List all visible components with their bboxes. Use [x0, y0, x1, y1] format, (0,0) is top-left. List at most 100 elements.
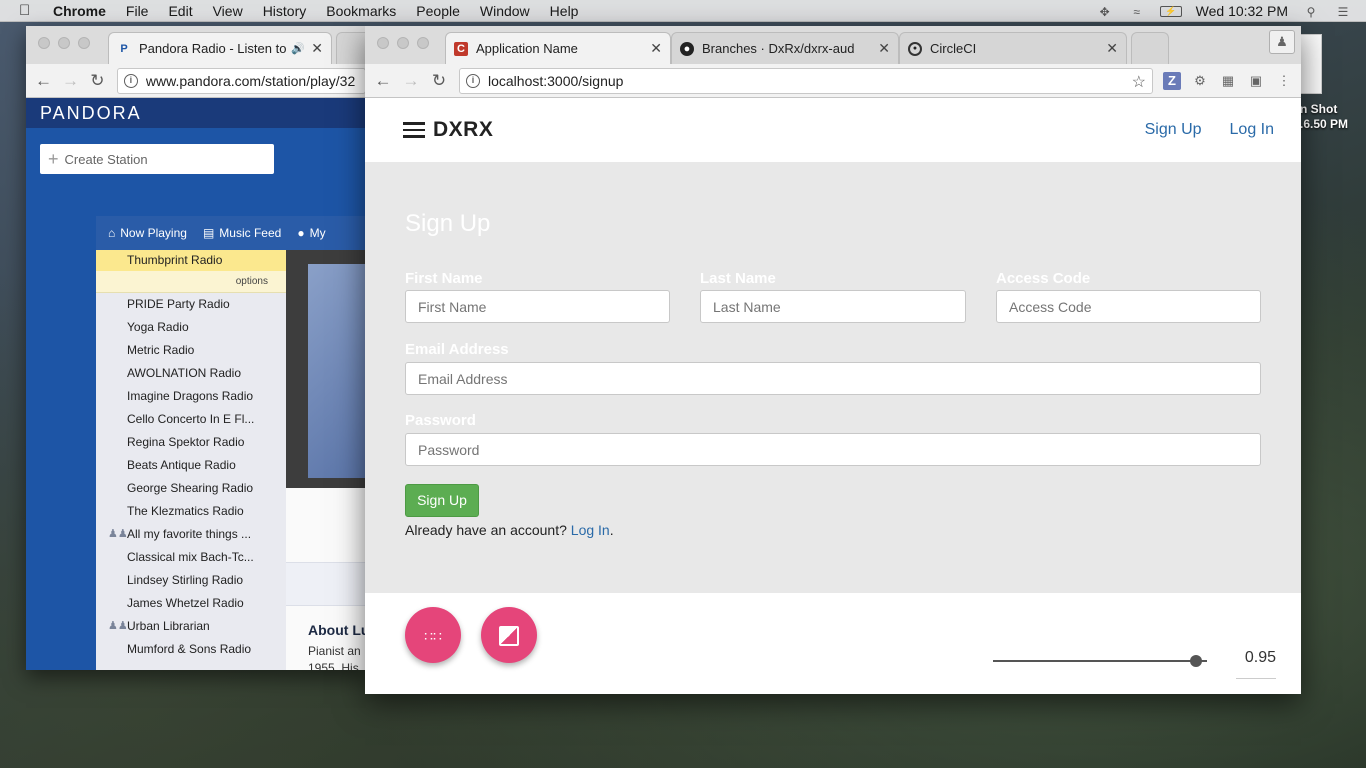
back-icon[interactable]: ← [371, 71, 395, 91]
station-item[interactable]: The Klezmatics Radio [96, 500, 286, 523]
zoom-window-button[interactable] [78, 37, 90, 49]
menu-people[interactable]: People [416, 3, 460, 19]
close-window-button[interactable] [38, 37, 50, 49]
station-item[interactable]: Urban Librarian ♟♟ [96, 615, 286, 638]
new-tab-button[interactable] [336, 32, 366, 64]
email-field[interactable] [405, 362, 1261, 395]
signup-submit-button[interactable]: Sign Up [405, 484, 479, 517]
station-item[interactable]: Regina Spektor Radio [96, 431, 286, 454]
nav-login-link[interactable]: Log In [1230, 121, 1274, 139]
menu-window[interactable]: Window [480, 3, 530, 19]
close-tab-icon[interactable]: ✕ [1106, 40, 1118, 57]
menu-view[interactable]: View [213, 3, 243, 19]
back-icon[interactable]: ← [32, 71, 55, 91]
tab-title: Pandora Radio - Listen to Fr [139, 41, 292, 56]
pandora-header: PANDORA [26, 98, 366, 128]
close-tab-icon[interactable]: ✕ [311, 40, 323, 57]
apple-menu-icon[interactable]:  [19, 2, 37, 19]
reload-icon[interactable]: ↻ [86, 71, 109, 91]
tab-application-name[interactable]: C Application Name ✕ [445, 32, 671, 64]
screen-capture-icon[interactable]: ▣ [1247, 72, 1265, 90]
site-info-icon[interactable]: i [466, 73, 480, 88]
desktop-file-thumbnail[interactable] [1300, 34, 1322, 94]
minimize-window-button[interactable] [397, 37, 409, 49]
github-icon: ● [680, 41, 694, 56]
bookmark-star-icon[interactable]: ☆ [1132, 72, 1146, 92]
person-icon: ● [297, 226, 305, 240]
access-code-field[interactable] [996, 290, 1261, 323]
create-station-input[interactable]: + Create Station [40, 144, 274, 174]
tab-title: CircleCI [930, 41, 977, 56]
site-info-icon[interactable]: i [123, 73, 138, 88]
opacity-slider[interactable] [993, 655, 1207, 667]
station-item[interactable]: Lindsey Stirling Radio [96, 569, 286, 592]
notification-center-icon[interactable]: ☰ [1334, 5, 1352, 19]
station-item[interactable]: Imagine Dragons Radio [96, 385, 286, 408]
clock[interactable]: Wed 10:32 PM [1196, 3, 1288, 19]
password-field[interactable] [405, 433, 1261, 466]
menu-file[interactable]: File [126, 3, 149, 19]
last-name-field[interactable] [700, 290, 966, 323]
brand-logo[interactable]: DXRX [433, 118, 493, 142]
menu-app-name[interactable]: Chrome [53, 3, 106, 19]
station-options-link[interactable]: options [96, 271, 286, 293]
nav-signup-link[interactable]: Sign Up [1145, 121, 1202, 139]
grid-dots-icon: ∷∷ [424, 628, 442, 644]
forward-icon[interactable]: → [399, 71, 423, 91]
battery-icon[interactable]: ⚡ [1159, 5, 1182, 17]
spotlight-search-icon[interactable]: ⚲ [1302, 5, 1320, 19]
station-item[interactable]: All my favorite things ... ♟♟ [96, 523, 286, 546]
station-item[interactable]: AWOLNATION Radio [96, 362, 286, 385]
station-item[interactable]: James Whetzel Radio [96, 592, 286, 615]
menu-edit[interactable]: Edit [168, 3, 192, 19]
zoom-window-button[interactable] [417, 37, 429, 49]
url-field[interactable]: i www.pandora.com/station/play/32 [116, 67, 366, 94]
chrome-menu-icon[interactable]: ⋮ [1275, 72, 1293, 90]
window-controls [377, 37, 429, 49]
album-art[interactable] [308, 264, 366, 478]
first-name-field[interactable] [405, 290, 670, 323]
reload-icon[interactable]: ↻ [427, 71, 451, 91]
grid-extension-icon[interactable]: ▦ [1219, 72, 1237, 90]
forward-icon[interactable]: → [59, 71, 82, 91]
profile-icon[interactable]: ♟ [1269, 30, 1295, 54]
close-tab-icon[interactable]: ✕ [650, 40, 662, 57]
minimize-window-button[interactable] [58, 37, 70, 49]
close-window-button[interactable] [377, 37, 389, 49]
menu-help[interactable]: Help [550, 3, 579, 19]
grid-fab-button[interactable]: ∷∷ [405, 607, 461, 663]
hamburger-menu-icon[interactable] [403, 122, 425, 138]
station-item[interactable]: Classical mix Bach-Tc... [96, 546, 286, 569]
nav-my-profile[interactable]: ● My [297, 226, 325, 240]
close-tab-icon[interactable]: ✕ [878, 40, 890, 57]
nav-now-playing[interactable]: ⌂ Now Playing [108, 226, 187, 240]
menu-bookmarks[interactable]: Bookmarks [326, 3, 396, 19]
station-item[interactable]: Thumbprint Radio [96, 250, 286, 271]
tab-strip: P Pandora Radio - Listen to Fr 🔊 ✕ [26, 26, 366, 64]
nav-music-feed[interactable]: ▤ Music Feed [203, 226, 281, 240]
new-tab-button[interactable] [1131, 32, 1169, 64]
station-item[interactable]: Beats Antique Radio [96, 454, 286, 477]
station-item[interactable]: George Shearing Radio [96, 477, 286, 500]
station-item[interactable]: PRIDE Party Radio [96, 293, 286, 316]
about-artist-heading: About Lu [308, 622, 366, 638]
desktop-file-label[interactable]: n Shot .6.50 PM [1300, 102, 1348, 132]
pandora-logo[interactable]: PANDORA [40, 103, 142, 124]
station-item[interactable]: Yoga Radio [96, 316, 286, 339]
extension-icon[interactable]: ⚙ [1191, 72, 1209, 90]
login-link[interactable]: Log In [571, 522, 610, 538]
wifi-icon[interactable]: ≈ [1128, 5, 1146, 19]
contrast-icon [499, 626, 519, 647]
audio-playing-icon[interactable]: 🔊 [291, 42, 305, 56]
tab-github-branches[interactable]: ● Branches · DxRx/dxrx-aud ✕ [671, 32, 899, 64]
tab-circleci[interactable]: ● CircleCI ✕ [899, 32, 1127, 64]
menu-history[interactable]: History [263, 3, 307, 19]
station-item[interactable]: Mumford & Sons Radio [96, 638, 286, 661]
contrast-fab-button[interactable] [481, 607, 537, 663]
bluetooth-icon[interactable]: ✥ [1096, 5, 1114, 19]
station-item[interactable]: Metric Radio [96, 339, 286, 362]
station-item[interactable]: Cello Concerto In E Fl... [96, 408, 286, 431]
tab-pandora[interactable]: P Pandora Radio - Listen to Fr 🔊 ✕ [108, 32, 332, 64]
url-field[interactable]: i localhost:3000/signup ☆ [459, 67, 1153, 94]
zotero-extension-icon[interactable]: Z [1163, 71, 1181, 90]
